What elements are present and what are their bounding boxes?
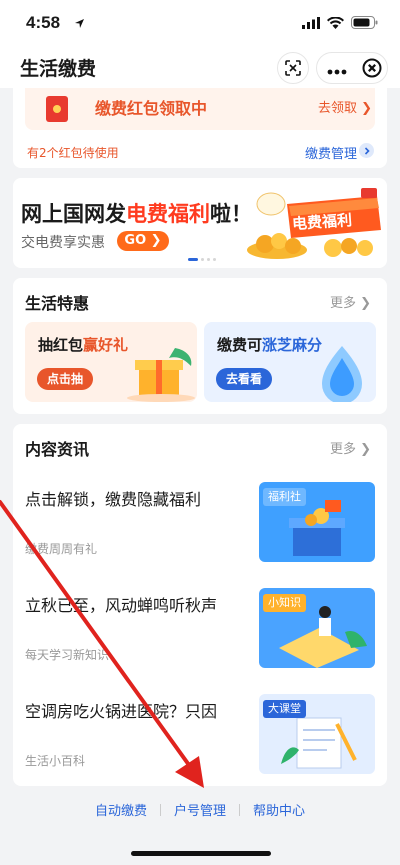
location-arrow-icon <box>75 19 84 28</box>
carousel-dots <box>188 258 216 261</box>
status-bar: 4:58 <box>0 0 400 48</box>
article-source: 生活小百科 <box>25 754 86 768</box>
article-thumbnail: 大课堂 <box>259 694 375 774</box>
carousel-dot-active <box>188 258 198 261</box>
footer-divider <box>239 803 240 816</box>
footer-links: 自动缴费 户号管理 帮助中心 <box>0 800 400 819</box>
footer-link-auto-pay[interactable]: 自动缴费 <box>95 800 147 819</box>
page-title: 生活缴费 <box>20 59 97 80</box>
status-time: 4:58 <box>26 13 61 32</box>
content-section: 内容资讯 更多 ❯ 点击解锁，缴费隐藏福利 缴费周周有礼 福利社 立秋已至，风动… <box>13 424 387 786</box>
carousel-dot <box>201 258 204 261</box>
article-title: 点击解锁，缴费隐藏福利 <box>25 490 202 509</box>
scan-icon <box>285 60 301 76</box>
promo-title: 网上国网发电费福利啦！ <box>21 203 252 226</box>
article-tag: 小知识 <box>263 594 306 612</box>
section-title: 生活特惠 <box>25 294 90 313</box>
redpacket-icon <box>46 96 68 122</box>
signal-icon <box>302 16 320 29</box>
more-link[interactable]: 更多 ❯ <box>330 438 371 457</box>
deal-title: 抽红包赢好礼 <box>38 336 129 354</box>
sesame-illustration <box>322 346 362 402</box>
article-tag: 福利社 <box>263 488 306 506</box>
article-thumbnail: 福利社 <box>259 482 375 562</box>
article-source: 每天学习新知识 <box>25 648 110 662</box>
carousel-dot <box>207 258 210 261</box>
promo-go-button[interactable]: GO ❯ <box>117 231 169 251</box>
nav-bar: 生活缴费 <box>0 48 400 88</box>
footer-divider <box>159 803 161 816</box>
redpacket-banner-text: 缴费红包领取中 <box>95 99 208 118</box>
status-indicators <box>302 16 378 29</box>
more-icon <box>327 69 347 75</box>
scan-button[interactable] <box>277 52 309 84</box>
more-link[interactable]: 更多 ❯ <box>330 292 371 311</box>
deal-button[interactable]: 点击抽 <box>37 368 94 390</box>
life-deals-section: 生活特惠 更多 ❯ 抽红包赢好礼 点击抽 缴费可涨芝麻分 去看看 <box>13 278 387 414</box>
article-tag: 大课堂 <box>263 700 306 718</box>
deal-card-sesame[interactable]: 缴费可涨芝麻分 去看看 <box>204 322 376 402</box>
redpacket-go-link[interactable]: 去领取 ❯ <box>318 97 372 116</box>
redpacket-pending-text: 有2个红包待使用 <box>27 146 119 160</box>
gift-illustration <box>127 348 195 402</box>
article-thumbnail: 小知识 <box>259 588 375 668</box>
redpacket-card: 缴费红包领取中 去领取 ❯ 有2个红包待使用 缴费管理 <box>13 88 387 168</box>
deal-card-redpacket[interactable]: 抽红包赢好礼 点击抽 <box>25 322 197 402</box>
promo-art-label: 电费福利 <box>291 210 353 234</box>
more-button[interactable] <box>317 54 357 82</box>
section-title: 内容资讯 <box>25 440 90 459</box>
promo-banner[interactable]: 网上国网发电费福利啦！ 交电费享实惠 GO ❯ 电费福利 <box>13 178 387 268</box>
promo-subtitle: 交电费享实惠 <box>21 235 105 251</box>
footer-link-account-manage[interactable]: 户号管理 <box>174 800 226 819</box>
mini-program-capsule <box>316 52 388 84</box>
deal-title: 缴费可涨芝麻分 <box>217 336 323 354</box>
footer-link-help-center[interactable]: 帮助中心 <box>253 800 305 819</box>
article-title: 立秋已至，风动蝉鸣听秋声 <box>25 596 218 615</box>
chevron-right-icon[interactable] <box>359 143 374 158</box>
payment-manage-link[interactable]: 缴费管理 <box>305 143 357 162</box>
carousel-dot <box>213 258 216 261</box>
close-button[interactable] <box>357 58 387 78</box>
article-title: 空调房吃火锅进医院？只因 <box>25 702 218 721</box>
article-source: 缴费周周有礼 <box>25 542 98 556</box>
wifi-icon <box>327 16 344 29</box>
close-icon <box>362 58 382 78</box>
battery-icon <box>351 16 378 29</box>
deal-button[interactable]: 去看看 <box>216 368 273 390</box>
redpacket-banner[interactable]: 缴费红包领取中 去领取 ❯ <box>25 88 375 130</box>
home-indicator[interactable] <box>131 851 271 856</box>
